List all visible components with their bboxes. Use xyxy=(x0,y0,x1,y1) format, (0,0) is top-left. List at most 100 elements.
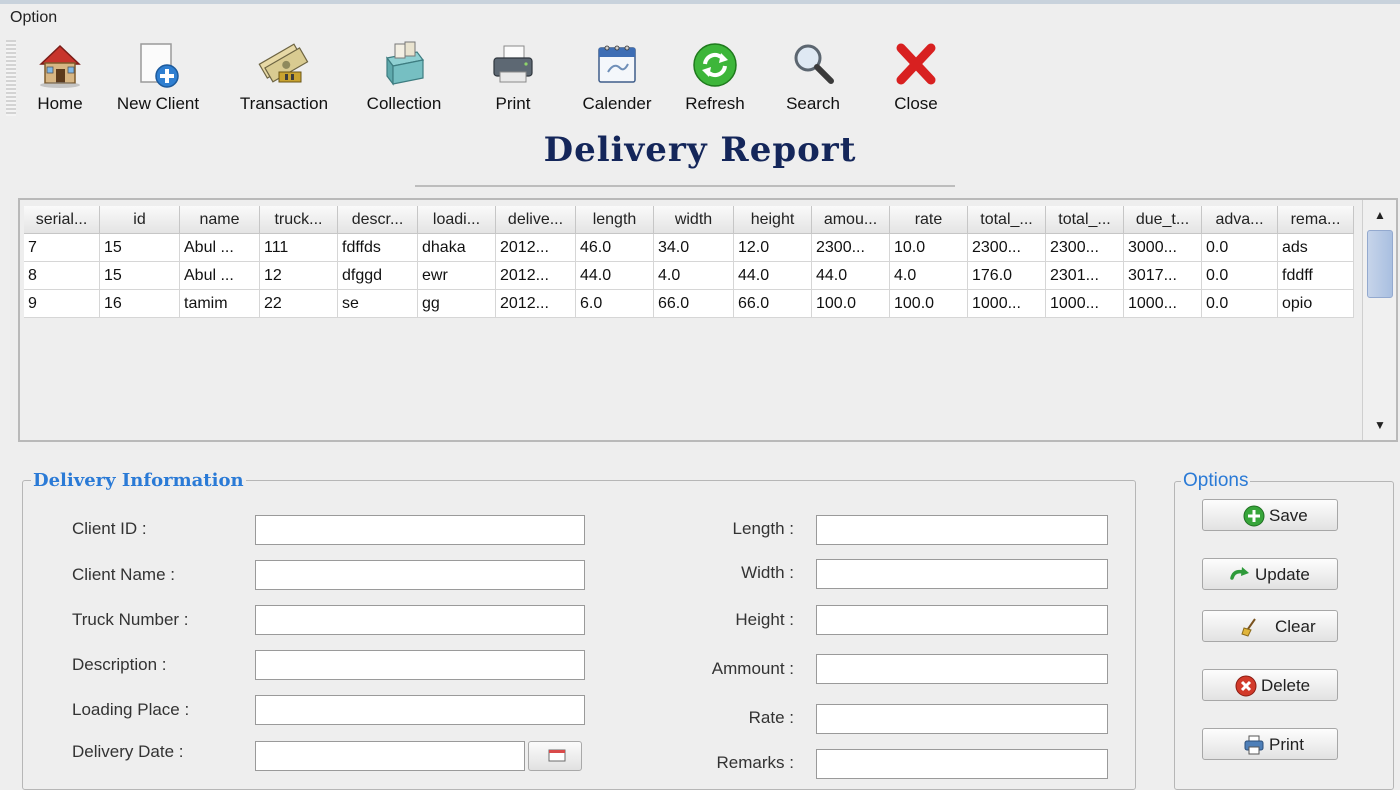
delivery-date-field[interactable] xyxy=(255,741,525,771)
table-cell[interactable]: 2300... xyxy=(968,234,1046,262)
table-cell[interactable]: dhaka xyxy=(418,234,496,262)
table-cell[interactable]: 7 xyxy=(24,234,100,262)
table-cell[interactable]: Abul ... xyxy=(180,262,260,290)
close-button[interactable]: Close xyxy=(878,34,954,120)
table-cell[interactable]: 15 xyxy=(100,234,180,262)
table-cell[interactable]: 6.0 xyxy=(576,290,654,318)
table-cell[interactable]: 9 xyxy=(24,290,100,318)
ammount-field[interactable] xyxy=(816,654,1108,684)
table-cell[interactable]: 44.0 xyxy=(812,262,890,290)
toolbar-grip[interactable] xyxy=(6,40,16,116)
scroll-down-arrow-icon[interactable]: ▼ xyxy=(1363,412,1397,438)
length-field[interactable] xyxy=(816,515,1108,545)
table-cell[interactable]: 111 xyxy=(260,234,338,262)
column-header[interactable]: name xyxy=(180,206,260,234)
column-header[interactable]: length xyxy=(576,206,654,234)
scroll-up-arrow-icon[interactable]: ▲ xyxy=(1363,202,1397,228)
table-cell[interactable]: 15 xyxy=(100,262,180,290)
print-toolbar-button[interactable]: Print xyxy=(474,34,552,120)
table-cell[interactable]: 16 xyxy=(100,290,180,318)
clear-button[interactable]: Clear xyxy=(1202,610,1338,642)
column-header[interactable]: total_... xyxy=(1046,206,1124,234)
table-cell[interactable]: 12.0 xyxy=(734,234,812,262)
table-cell[interactable]: 2301... xyxy=(1046,262,1124,290)
column-header[interactable]: due_t... xyxy=(1124,206,1202,234)
table-cell[interactable]: Abul ... xyxy=(180,234,260,262)
width-field[interactable] xyxy=(816,559,1108,589)
table-cell[interactable]: tamim xyxy=(180,290,260,318)
table-cell[interactable]: se xyxy=(338,290,418,318)
table-cell[interactable]: 8 xyxy=(24,262,100,290)
table-cell[interactable]: 4.0 xyxy=(654,262,734,290)
table-cell[interactable]: 66.0 xyxy=(734,290,812,318)
table-cell[interactable]: 0.0 xyxy=(1202,290,1278,318)
height-field[interactable] xyxy=(816,605,1108,635)
column-header[interactable]: adva... xyxy=(1202,206,1278,234)
column-header[interactable]: rate xyxy=(890,206,968,234)
table-cell[interactable]: 3017... xyxy=(1124,262,1202,290)
search-button[interactable]: Search xyxy=(770,34,856,120)
table-cell[interactable]: 100.0 xyxy=(890,290,968,318)
save-button[interactable]: Save xyxy=(1202,499,1338,531)
table-vertical-scrollbar[interactable]: ▲ ▼ xyxy=(1362,200,1396,440)
column-header[interactable]: serial... xyxy=(24,206,100,234)
calender-button[interactable]: Calender xyxy=(568,34,666,120)
column-header[interactable]: descr... xyxy=(338,206,418,234)
table-cell[interactable]: 22 xyxy=(260,290,338,318)
refresh-button[interactable]: Refresh xyxy=(672,34,758,120)
table-cell[interactable]: 0.0 xyxy=(1202,234,1278,262)
loading-place-field[interactable] xyxy=(255,695,585,725)
column-header[interactable]: rema... xyxy=(1278,206,1354,234)
column-header[interactable]: total_... xyxy=(968,206,1046,234)
column-header[interactable]: truck... xyxy=(260,206,338,234)
table-cell[interactable]: 1000... xyxy=(1046,290,1124,318)
transaction-button[interactable]: Transaction xyxy=(222,34,346,120)
table-cell[interactable]: 2012... xyxy=(496,234,576,262)
table-cell[interactable]: 44.0 xyxy=(734,262,812,290)
table-cell[interactable]: 1000... xyxy=(968,290,1046,318)
table-cell[interactable]: 12 xyxy=(260,262,338,290)
date-picker-button[interactable] xyxy=(528,741,582,771)
update-button[interactable]: Update xyxy=(1202,558,1338,590)
table-cell[interactable]: 10.0 xyxy=(890,234,968,262)
table-cell[interactable]: 2012... xyxy=(496,262,576,290)
description-field[interactable] xyxy=(255,650,585,680)
table-cell[interactable]: 100.0 xyxy=(812,290,890,318)
table-cell[interactable]: 0.0 xyxy=(1202,262,1278,290)
collection-button[interactable]: Collection xyxy=(350,34,458,120)
client-id-field[interactable] xyxy=(255,515,585,545)
column-header[interactable]: height xyxy=(734,206,812,234)
column-header[interactable]: delive... xyxy=(496,206,576,234)
column-header[interactable]: id xyxy=(100,206,180,234)
home-button[interactable]: Home xyxy=(24,34,96,120)
table-cell[interactable]: 176.0 xyxy=(968,262,1046,290)
table-cell[interactable]: 44.0 xyxy=(576,262,654,290)
delivery-table[interactable]: serial... id name truck... descr... loadi... d… xyxy=(20,200,1362,440)
table-cell[interactable]: ewr xyxy=(418,262,496,290)
table-cell[interactable]: fdffds xyxy=(338,234,418,262)
scroll-thumb[interactable] xyxy=(1367,230,1393,298)
column-header[interactable]: loadi... xyxy=(418,206,496,234)
table-cell[interactable]: 34.0 xyxy=(654,234,734,262)
table-cell[interactable]: 2012... xyxy=(496,290,576,318)
table-cell[interactable]: ads xyxy=(1278,234,1354,262)
client-name-field[interactable] xyxy=(255,560,585,590)
truck-number-field[interactable] xyxy=(255,605,585,635)
table-cell[interactable]: 1000... xyxy=(1124,290,1202,318)
delete-button[interactable]: Delete xyxy=(1202,669,1338,701)
column-header[interactable]: width xyxy=(654,206,734,234)
rate-field[interactable] xyxy=(816,704,1108,734)
table-cell[interactable]: gg xyxy=(418,290,496,318)
table-cell[interactable]: dfggd xyxy=(338,262,418,290)
table-cell[interactable]: 3000... xyxy=(1124,234,1202,262)
table-cell[interactable]: 46.0 xyxy=(576,234,654,262)
new-client-button[interactable]: New Client xyxy=(100,34,216,120)
table-cell[interactable]: opio xyxy=(1278,290,1354,318)
table-cell[interactable]: 4.0 xyxy=(890,262,968,290)
table-cell[interactable]: fddff xyxy=(1278,262,1354,290)
table-cell[interactable]: 2300... xyxy=(812,234,890,262)
print-button[interactable]: Print xyxy=(1202,728,1338,760)
menu-option[interactable]: Option xyxy=(10,9,57,27)
column-header[interactable]: amou... xyxy=(812,206,890,234)
table-cell[interactable]: 66.0 xyxy=(654,290,734,318)
